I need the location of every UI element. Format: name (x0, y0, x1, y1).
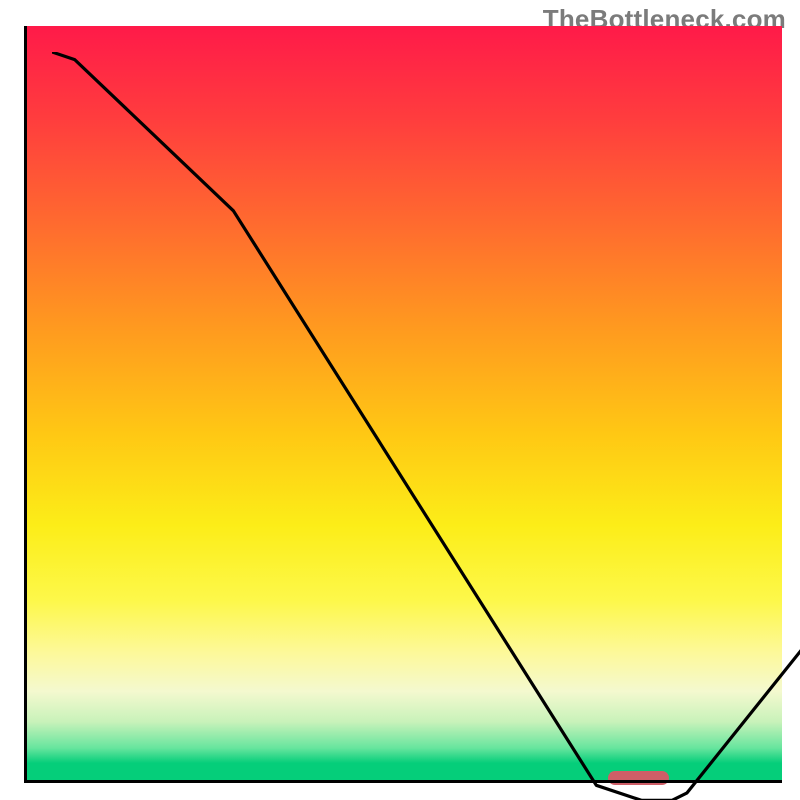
bottleneck-curve (52, 52, 800, 800)
x-axis (24, 780, 782, 783)
chart-frame: TheBottleneck.com (0, 0, 800, 800)
plot-area (26, 26, 782, 782)
minimum-marker (608, 771, 668, 785)
y-axis (24, 26, 27, 782)
